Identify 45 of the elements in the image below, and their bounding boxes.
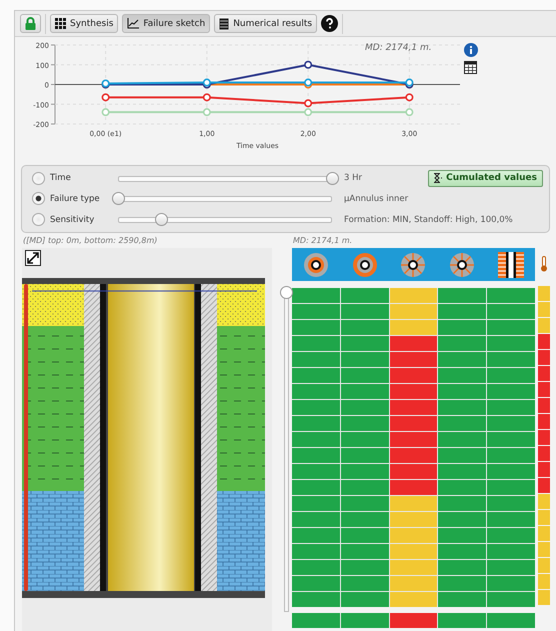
grid-icon [55,18,66,29]
slider-thumb[interactable] [112,192,125,206]
question-mark-icon [325,18,334,29]
chart-icon [127,18,140,29]
slider-reading: 3 Hr [344,173,362,184]
radio-button[interactable] [32,213,45,226]
point [405,93,414,102]
point [202,93,211,102]
casing-ring-icon [400,252,426,278]
toolbar-button[interactable]: Synthesis [50,14,118,33]
depth-label: MD: 2174,1 m. [365,43,432,53]
casing-ring-icon [449,252,476,278]
depth-caption: MD: 2174,1 m. [293,236,352,245]
option-label: Failure type [50,194,101,204]
point [405,108,414,116]
slider-reading: µAnnulus inner [344,194,408,204]
point [304,60,312,69]
slider-reading: Formation: MIN, Standoff: High, 100,0% [344,214,513,225]
radio-button[interactable] [32,192,45,206]
option-label: Sensitivity [50,214,96,225]
toolbar-button[interactable]: Failure sketch [122,14,210,33]
depth-slider-thumb[interactable] [280,286,293,299]
thermometer-icon [540,256,548,272]
casing-ring-icon [303,252,330,278]
radio-button[interactable] [32,172,45,185]
point [304,108,312,116]
slider-thumb[interactable] [154,213,168,226]
depth-range-caption: ([MD] top: 0m, bottom: 2590,8m) [23,236,158,245]
slider-thumb[interactable] [326,172,339,185]
casing-section-icon [498,252,524,278]
point [102,108,110,116]
toolbar-button[interactable]: Numerical results [214,14,318,33]
table-icon [219,18,230,30]
info-icon[interactable] [464,43,478,57]
padlock-icon [25,17,36,30]
help-button[interactable] [321,15,338,32]
lock-button[interactable] [20,14,41,33]
point [202,108,211,116]
expand-icon[interactable] [25,250,41,266]
option-label: Time [50,173,72,184]
table-icon[interactable] [464,61,477,74]
point [304,99,312,108]
cumulated-values-button[interactable]: Cumulated values [428,170,543,187]
point [102,93,110,102]
casing-ring-icon [352,252,378,278]
